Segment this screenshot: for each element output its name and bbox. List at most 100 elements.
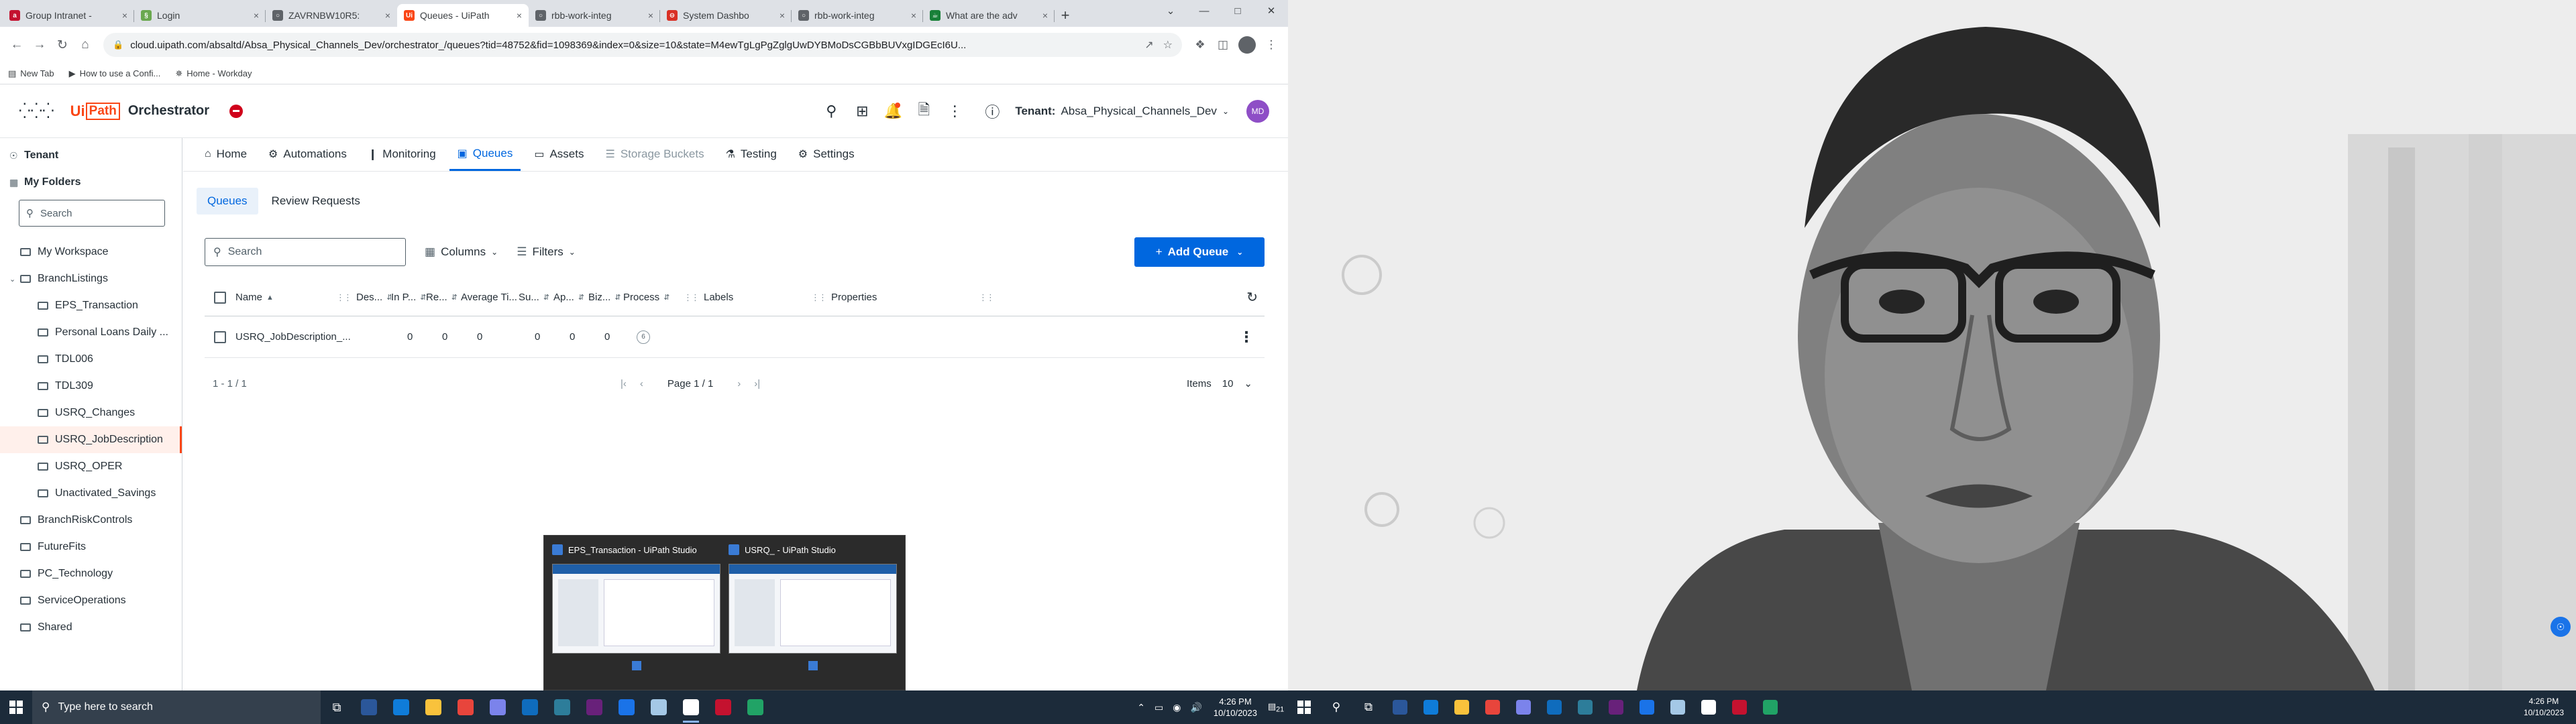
task-view-icon[interactable]: ⧉ (321, 690, 353, 724)
column-header[interactable]: Name ▲ ⋮⋮ (235, 292, 356, 303)
search-icon[interactable]: ⚲ (1320, 690, 1352, 724)
row-actions-icon[interactable]: ⋮ (1239, 328, 1254, 346)
process-badge[interactable]: 6 (637, 330, 650, 344)
sort-icon[interactable]: ⇵ (543, 293, 549, 302)
sort-icon[interactable]: ⇵ (451, 293, 458, 302)
nav-assets[interactable]: ▭ Assets (526, 137, 592, 171)
back-icon[interactable]: ← (5, 34, 28, 56)
add-icon[interactable]: ⊞ (849, 98, 875, 125)
folder-item[interactable]: My Workspace (0, 239, 182, 265)
search-icon[interactable]: ⚲ (818, 98, 845, 125)
folder-item[interactable]: EPS_Transaction (0, 292, 182, 319)
close-icon[interactable]: ✕ (1254, 0, 1288, 21)
folder-search-input[interactable]: ⚲ Search (19, 200, 165, 227)
column-resize-handle[interactable]: ⋮⋮ (806, 292, 831, 303)
thumbnail-window[interactable]: EPS_Transaction - UiPath Studio (552, 541, 720, 684)
more-vertical-icon[interactable]: ⋮ (941, 98, 968, 125)
browser-tab[interactable]: ⊖ System Dashbo × (660, 4, 792, 27)
folder-item[interactable]: Personal Loans Daily ... (0, 319, 182, 346)
uipath-logo[interactable]: Ui Path Orchestrator (70, 102, 209, 120)
user-avatar[interactable]: MD (1246, 100, 1269, 123)
wifi-icon[interactable]: ◉ (1173, 702, 1181, 713)
thumbnail-preview-image[interactable] (552, 564, 720, 654)
taskbar-app-icon[interactable] (610, 690, 643, 724)
queue-search-input[interactable]: ⚲ Search (205, 238, 406, 266)
close-tab-icon[interactable]: × (648, 10, 653, 21)
tenant-node[interactable]: ☉ Tenant (0, 142, 182, 169)
column-header[interactable]: Biz...⇵⋮⋮ (588, 292, 623, 303)
column-header[interactable]: Average Ti...⇵⋮⋮ (461, 292, 519, 303)
browser-tab[interactable]: ○ rbb-work-integ × (792, 4, 923, 27)
tenant-selector[interactable]: Tenant: Absa_Physical_Channels_Dev ⌄ (1015, 105, 1229, 118)
taskbar-app-icon[interactable] (643, 690, 675, 724)
column-resize-handle[interactable]: ⋮⋮ (678, 292, 704, 303)
folder-item[interactable]: TDL309 (0, 373, 182, 400)
tab-queues[interactable]: Queues (197, 188, 258, 215)
table-cell[interactable]: USRQ_JobDescription_... (235, 331, 356, 343)
folder-item[interactable]: Shared (0, 614, 182, 641)
taskbar-app-icon[interactable] (514, 690, 546, 724)
browser-menu-icon[interactable]: ⋮ (1260, 34, 1283, 56)
taskbar-app-icon[interactable] (449, 690, 482, 724)
columns-button[interactable]: ▦ Columns ⌄ (425, 245, 498, 259)
browser-tab[interactable]: ○ ZAVRNBW10R5: × (266, 4, 397, 27)
close-tab-icon[interactable]: × (385, 10, 390, 21)
taskbar-search[interactable]: ⚲ Type here to search (32, 690, 321, 724)
bookmark-item[interactable]: ▤ New Tab (8, 68, 54, 79)
edge-sidebar-icon[interactable]: ☉ (2551, 617, 2571, 637)
nav-settings[interactable]: ⚙ Settings (790, 137, 863, 171)
sort-icon[interactable]: ⇵ (420, 293, 426, 302)
close-tab-icon[interactable]: × (1042, 10, 1048, 21)
reload-icon[interactable]: ↻ (51, 34, 74, 56)
column-header[interactable]: Su...⇵⋮⋮ (519, 292, 553, 303)
folder-item[interactable]: USRQ_JobDescription (0, 426, 182, 453)
taskbar-app-icon[interactable] (1477, 690, 1508, 724)
folder-item[interactable]: ⌄ BranchListings (0, 265, 182, 292)
task-view-icon[interactable]: ⧉ (1352, 690, 1385, 724)
tab-review-requests[interactable]: Review Requests (261, 188, 371, 215)
folder-item[interactable]: PC_Technology (0, 560, 182, 587)
folder-item[interactable]: TDL006 (0, 346, 182, 373)
column-header[interactable]: Process ⇵ ⋮⋮ (623, 292, 704, 303)
taskbar-app-icon[interactable] (385, 690, 417, 724)
browser-tab[interactable]: § Login × (134, 4, 266, 27)
taskbar-app-icon[interactable] (739, 690, 771, 724)
taskbar-app-icon[interactable] (482, 690, 514, 724)
browser-tab[interactable]: ☕ What are the adv × (923, 4, 1055, 27)
bookmark-item[interactable]: ▶ How to use a Confi... (69, 68, 161, 79)
items-per-page-select[interactable]: 10 (1222, 378, 1234, 389)
battery-icon[interactable]: ▭ (1155, 702, 1163, 713)
nav-storage-buckets[interactable]: ☰ Storage Buckets (597, 137, 712, 171)
sort-icon[interactable]: ⇵ (578, 293, 584, 302)
taskbar-app-icon[interactable] (707, 690, 739, 724)
taskbar-app-icon[interactable] (1415, 690, 1446, 724)
windows-start-icon[interactable] (1288, 690, 1320, 724)
sort-icon[interactable]: ⇵ (663, 293, 669, 302)
thumbnail-window[interactable]: USRQ_ - UiPath Studio (729, 541, 897, 684)
taskbar-app-icon[interactable] (1446, 690, 1477, 724)
close-tab-icon[interactable]: × (122, 10, 127, 21)
table-row[interactable]: USRQ_JobDescription_... 0 0 0 0 0 0 6 ⋮ (205, 316, 1265, 358)
volume-icon[interactable]: 🔊 (1190, 702, 1201, 713)
extensions-icon[interactable]: ❖ (1189, 34, 1212, 56)
notification-center-icon[interactable]: ▤21 (1264, 701, 1288, 714)
first-page-icon[interactable]: |‹ (621, 378, 627, 389)
minimize-icon[interactable]: — (1187, 0, 1221, 21)
close-tab-icon[interactable]: × (780, 10, 785, 21)
taskbar-app-icon[interactable] (1662, 690, 1693, 724)
taskbar-app-icon[interactable] (546, 690, 578, 724)
sort-ascending-icon[interactable]: ▲ (266, 294, 274, 302)
folder-item[interactable]: Unactivated_Savings (0, 480, 182, 507)
sidebar-toggle-icon[interactable]: ◫ (1212, 34, 1234, 56)
maximize-icon[interactable]: □ (1221, 0, 1254, 21)
taskbar-app-icon[interactable] (1693, 690, 1724, 724)
browser-tab[interactable]: ○ rbb-work-integ × (529, 4, 660, 27)
column-header[interactable]: Properties ⋮⋮ (831, 292, 999, 303)
taskbar-app-icon[interactable] (417, 690, 449, 724)
clock[interactable]: 4:26 PM 10/10/2023 (1214, 696, 1257, 719)
column-header[interactable]: Re...⇵⋮⋮ (426, 292, 461, 303)
thumbnail-preview-image[interactable] (729, 564, 897, 654)
profile-avatar[interactable] (1238, 36, 1256, 54)
taskbar-app-icon[interactable] (353, 690, 385, 724)
refresh-icon[interactable]: ↻ (1246, 289, 1258, 306)
